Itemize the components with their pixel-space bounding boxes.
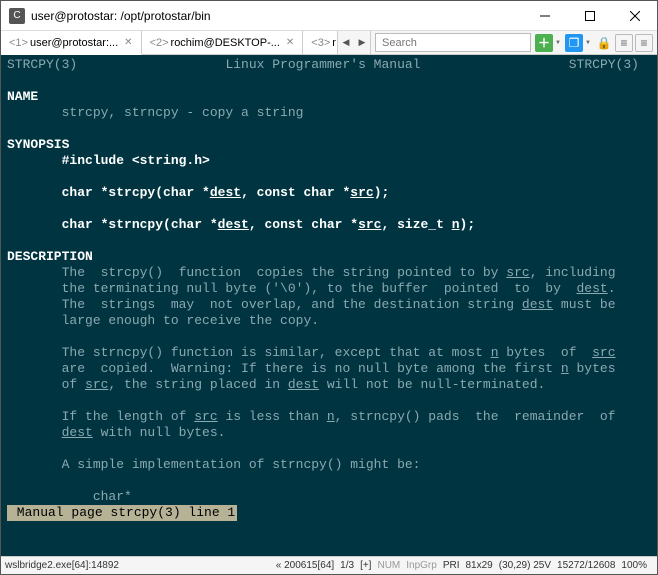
d1a: The strcpy() function copies the string … (7, 265, 506, 280)
d7b: , the string placed in (108, 377, 287, 392)
tab-toolbar: <1> user@protostar:... ✕ <2> rochim@DESK… (1, 31, 657, 55)
arg-src: src (350, 185, 373, 200)
arg-dest: dest (62, 425, 93, 440)
arg-dest: dest (218, 217, 249, 232)
d6b: bytes (569, 361, 616, 376)
arg-n: n (452, 217, 460, 232)
priority-indicator: PRI (443, 560, 460, 571)
arg-dest: dest (577, 281, 608, 296)
tab-label: user@protostar:... (30, 37, 118, 49)
page-info: 1/3 (340, 560, 354, 571)
proto-2b: , const char * (249, 217, 358, 232)
d5a: The strncpy() function is similar, excep… (7, 345, 491, 360)
numlock-indicator: NUM (377, 560, 400, 571)
d6a: are copied. Warning: If there is no null… (7, 361, 561, 376)
tab-index: <3> (311, 37, 330, 49)
tab-close-icon[interactable]: ✕ (124, 37, 132, 48)
session-tab-2[interactable]: <2> rochim@DESKTOP-... ✕ (142, 31, 304, 54)
arg-dest: dest (210, 185, 241, 200)
arg-n: n (561, 361, 569, 376)
close-button[interactable] (612, 1, 657, 31)
terminal-pane[interactable]: STRCPY(3) Linux Programmer's Manual STRC… (1, 55, 657, 556)
man-header-right: STRCPY(3) (569, 57, 639, 72)
maximize-button[interactable] (567, 1, 612, 31)
cursor-position: (30,29) 25V (499, 560, 551, 571)
d8a: If the length of (7, 409, 194, 424)
tab-nav: ◀ ▶ (338, 31, 371, 54)
proto-2d: ); (460, 217, 476, 232)
minimize-button[interactable] (522, 1, 567, 31)
buffer-info: « 200615[64] (276, 560, 334, 571)
session-tab-3[interactable]: <3> r (303, 31, 338, 54)
split-dropdown-icon[interactable]: ▼ (585, 40, 593, 46)
arg-dest: dest (288, 377, 319, 392)
proto-2c: , size_t (381, 217, 451, 232)
d10: A simple implementation of strncpy() mig… (7, 457, 420, 472)
tab-index: <2> (150, 37, 169, 49)
d9a (7, 425, 62, 440)
d4: large enough to receive the copy. (7, 313, 319, 328)
session-tab-1[interactable]: <1> user@protostar:... ✕ (1, 31, 142, 55)
tab-label: rochim@DESKTOP-... (171, 37, 280, 49)
section-synopsis: SYNOPSIS (7, 137, 69, 152)
tab-label: r (332, 37, 336, 49)
include-line: #include <string.h> (7, 153, 210, 168)
manpage-status-line: Manual page strcpy(3) line 1 (7, 505, 237, 521)
arg-n: n (491, 345, 499, 360)
name-line: strcpy, strncpy - copy a string (7, 105, 303, 120)
process-info: wslbridge2.exe[64]:14892 (5, 560, 119, 571)
d3a: The strings may not overlap, and the des… (7, 297, 522, 312)
split-button[interactable]: ❐ (565, 34, 583, 52)
new-session-button[interactable]: ＋ (535, 34, 553, 52)
man-header-center: Linux Programmer's Manual (225, 57, 420, 72)
new-session-dropdown-icon[interactable]: ▼ (555, 40, 563, 46)
zoom-percent: 100% (621, 560, 647, 571)
arg-n: n (327, 409, 335, 424)
window-titlebar: C user@protostar: /opt/protostar/bin (1, 1, 657, 31)
modified-indicator: [+] (360, 560, 371, 571)
proto-1c: ); (374, 185, 390, 200)
arg-src: src (85, 377, 108, 392)
terminal-size: 81x29 (466, 560, 493, 571)
d8c: , strncpy() pads the remainder of (335, 409, 616, 424)
d2a: the terminating null byte ('\0'), to the… (7, 281, 577, 296)
sidebar-toggle-icon[interactable]: ≡ (615, 34, 633, 52)
search-input[interactable] (375, 33, 531, 52)
arg-src: src (592, 345, 615, 360)
arg-src: src (194, 409, 217, 424)
tab-index: <1> (9, 37, 28, 49)
d8b: is less than (218, 409, 327, 424)
proto-1b: , const char * (241, 185, 350, 200)
tab-next-button[interactable]: ▶ (354, 37, 370, 48)
d1b: , including (530, 265, 616, 280)
d3b: must be (553, 297, 615, 312)
lock-icon[interactable]: 🔒 (595, 34, 613, 52)
tab-close-icon[interactable]: ✕ (286, 37, 294, 48)
d11: char* (7, 489, 132, 504)
tab-prev-button[interactable]: ◀ (338, 37, 354, 48)
menu-icon[interactable]: ≡ (635, 34, 653, 52)
d7a: of (7, 377, 85, 392)
d5b: bytes of (499, 345, 593, 360)
d2b: . (608, 281, 616, 296)
arg-src: src (358, 217, 381, 232)
proto-1a: char *strcpy(char * (7, 185, 210, 200)
window-title: user@protostar: /opt/protostar/bin (31, 9, 522, 23)
arg-src: src (506, 265, 529, 280)
app-icon: C (9, 8, 25, 24)
input-group-indicator: InpGrp (406, 560, 437, 571)
section-name: NAME (7, 89, 38, 104)
memory-info: 15272/12608 (557, 560, 615, 571)
d7c: will not be null-terminated. (319, 377, 545, 392)
section-description: DESCRIPTION (7, 249, 93, 264)
proto-2a: char *strncpy(char * (7, 217, 218, 232)
toolbar-icons: ＋ ▼ ❐ ▼ 🔒 ≡ ≡ (535, 31, 657, 54)
arg-dest: dest (522, 297, 553, 312)
status-bar: wslbridge2.exe[64]:14892 « 200615[64] 1/… (1, 556, 657, 574)
d9b: with null bytes. (93, 425, 226, 440)
man-header-left: STRCPY(3) (7, 57, 77, 72)
